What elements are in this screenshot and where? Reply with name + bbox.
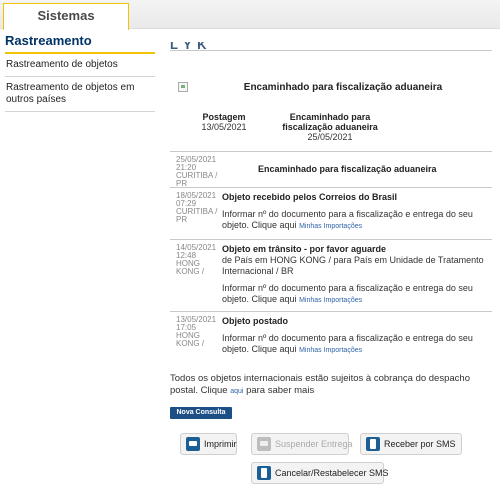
event-body: Encaminhado para fiscalização aduaneira	[258, 164, 500, 175]
event-info: Informar nº do documento para a fiscaliz…	[222, 333, 492, 356]
event-location: CURITIBA / PR	[176, 171, 218, 188]
tracking-event: 25/05/2021 21:20 CURITIBA / PR Encaminha…	[170, 151, 492, 188]
summary-postagem-date: 13/05/2021	[201, 122, 247, 132]
sidebar: Rastreamento Rastreamento de objetos Ras…	[5, 33, 155, 112]
phone-icon	[257, 466, 271, 480]
sidebar-title: Rastreamento	[5, 33, 155, 54]
receber-sms-button[interactable]: Receber por SMS	[360, 433, 462, 455]
page-heading-cropped: L Y K	[170, 42, 208, 50]
event-location: HONG KONG /	[176, 259, 205, 276]
receber-sms-label: Receber por SMS	[384, 439, 456, 449]
event-location: CURITIBA / PR	[176, 207, 218, 224]
event-body: Objeto em trânsito - por favor aguarde d…	[222, 244, 492, 306]
event-title: Encaminhado para fiscalização aduaneira	[258, 164, 437, 174]
tab-sistemas[interactable]: Sistemas	[3, 3, 129, 30]
event-meta: 14/05/2021 12:48 HONG KONG /	[176, 244, 222, 276]
event-location: HONG KONG /	[176, 331, 205, 348]
event-title: Objeto postado	[222, 316, 288, 326]
customs-note-text: Todos os objetos internacionais estão su…	[170, 373, 470, 396]
nova-consulta-button[interactable]: Nova Consulta	[170, 407, 232, 419]
event-title: Objeto em trânsito - por favor aguarde	[222, 244, 387, 254]
minhas-importacoes-link[interactable]: Minhas Importações	[299, 223, 362, 230]
event-detail: de País em HONG KONG / para País em Unid…	[222, 255, 484, 276]
event-meta: 25/05/2021 21:20 CURITIBA / PR	[176, 156, 222, 188]
summary-postagem: Postagem 13/05/2021	[194, 112, 254, 132]
event-meta: 18/05/2021 07:29 CURITIBA / PR	[176, 192, 222, 224]
current-status: Encaminhado para fiscalização aduaneira	[243, 82, 443, 93]
cancelar-restabelecer-sms-button[interactable]: Cancelar/Restabelecer SMS	[251, 462, 389, 484]
status-image-icon	[178, 82, 188, 92]
imprimir-label: Imprimir	[204, 439, 237, 449]
event-body: Objeto postado Informar nº do documento …	[222, 316, 492, 356]
customs-note-tail: para saber mais	[246, 385, 315, 396]
suspender-entrega-label: Suspender Entrega	[275, 439, 353, 449]
event-info: Informar nº do documento para a fiscaliz…	[222, 283, 492, 306]
summary-status: Encaminhado para fiscalização aduaneira …	[275, 112, 385, 142]
printer-icon	[186, 437, 200, 451]
cancelar-restabelecer-sms-label: Cancelar/Restabelecer SMS	[275, 468, 389, 478]
tracking-event: 13/05/2021 17:05 HONG KONG / Objeto post…	[170, 311, 492, 361]
divider	[170, 50, 492, 51]
event-body: Objeto recebido pelos Correios do Brasil…	[222, 192, 492, 232]
top-bar: Sistemas	[0, 0, 500, 30]
minhas-importacoes-link[interactable]: Minhas Importações	[299, 297, 362, 304]
customs-note-link[interactable]: aqui	[230, 388, 243, 395]
tracking-event: 14/05/2021 12:48 HONG KONG / Objeto em t…	[170, 239, 492, 311]
imprimir-button[interactable]: Imprimir	[180, 433, 237, 455]
event-info: Informar nº do documento para a fiscaliz…	[222, 209, 492, 232]
customs-note: Todos os objetos internacionais estão su…	[170, 373, 492, 398]
sidebar-item-rastreamento-outros-paises[interactable]: Rastreamento de objetos em outros países	[5, 77, 155, 112]
minhas-importacoes-link[interactable]: Minhas Importações	[299, 347, 362, 354]
summary-postagem-label: Postagem	[202, 112, 246, 122]
event-title: Objeto recebido pelos Correios do Brasil	[222, 192, 398, 202]
phone-icon	[366, 437, 380, 451]
suspend-icon	[257, 437, 271, 451]
summary-status-label: Encaminhado para fiscalização aduaneira	[282, 112, 378, 132]
suspender-entrega-button[interactable]: Suspender Entrega	[251, 433, 353, 455]
sidebar-item-rastreamento-objetos[interactable]: Rastreamento de objetos	[5, 54, 155, 77]
tracking-event: 18/05/2021 07:29 CURITIBA / PR Objeto re…	[170, 187, 492, 235]
summary-status-date: 25/05/2021	[307, 132, 353, 142]
event-meta: 13/05/2021 17:05 HONG KONG /	[176, 316, 222, 348]
